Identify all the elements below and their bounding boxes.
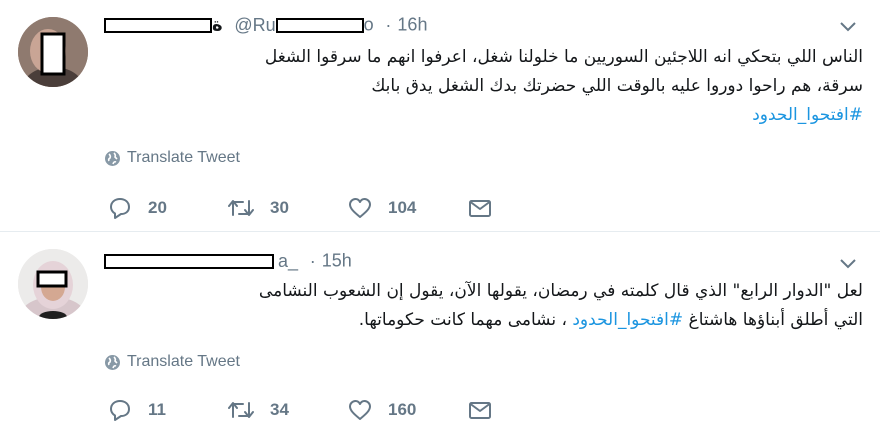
chevron-down-icon[interactable] [840,259,856,269]
user-handle[interactable]: @Ru [234,15,275,35]
direct-message-icon [469,402,491,419]
avatar[interactable] [18,17,88,87]
tweet-text: الناس اللي بتحكي انه اللاجئين السوريين م… [110,43,863,130]
reply-count: 11 [148,400,166,419]
direct-message-button[interactable] [468,194,508,222]
redacted-handle [275,17,364,33]
reply-icon [110,400,130,421]
retweet-button[interactable]: 30 [228,194,289,222]
tweet-text-segment: التي أطلق أبناؤها هاشتاغ [683,310,863,330]
retweet-icon [228,200,254,216]
like-icon [349,198,371,218]
tweet-actions: 11 34 160 [104,396,524,424]
hashtag-link[interactable]: #افتحوا_الحدود [752,105,863,125]
user-handle[interactable]: a_ [278,251,298,271]
like-icon [349,400,371,420]
avatar[interactable] [18,249,88,319]
chevron-down-icon[interactable] [840,22,856,32]
retweet-count: 30 [270,198,289,217]
redacted-name [104,253,274,269]
globe-icon [105,354,120,370]
tweet-header: ة @Ru o · 16h [104,14,427,40]
tweet-text-line: الناس اللي بتحكي انه اللاجئين السوريين م… [264,47,863,67]
reply-icon [110,198,130,219]
globe-icon [105,150,120,166]
tweet-text-segment: ، نشامى مهما كانت حكوماتها. [358,310,573,330]
like-button[interactable]: 160 [348,396,416,424]
tweet-text-line: التي أطلق أبناؤها هاشتاغ #افتحوا_الحدود … [110,306,863,335]
separator-dot: · [385,14,392,35]
like-count: 104 [388,198,417,217]
user-handle-tail: o [363,14,374,35]
like-count: 160 [388,400,417,419]
timestamp[interactable]: 15h [322,251,352,271]
retweet-button[interactable]: 34 [228,396,289,424]
tweet-text: لعل "الدوار الرابع" الذي قال كلمته في رم… [110,277,863,335]
tweet-header: a_ · 15h [104,250,352,276]
translate-tweet-link[interactable]: Translate Tweet [104,352,240,372]
reply-button[interactable]: 20 [108,194,167,222]
direct-message-button[interactable] [468,396,508,424]
reply-count: 20 [148,198,167,217]
translate-label: Translate Tweet [127,353,240,370]
retweet-count: 34 [270,400,289,419]
direct-message-icon [469,200,491,217]
retweet-icon [228,402,254,418]
tweet: a_ · 15h لعل "الدوار الرابع" الذي قال كلم… [0,233,880,438]
tweet-actions: 20 30 104 [104,194,524,222]
translate-tweet-link[interactable]: Translate Tweet [104,148,240,168]
display-name-fragment[interactable]: ة [212,15,223,36]
timestamp[interactable]: 16h [397,15,427,35]
hashtag-link[interactable]: #افتحوا_الحدود [572,310,683,330]
tweet-text-line: لعل "الدوار الرابع" الذي قال كلمته في رم… [258,281,863,301]
redacted-name [104,17,212,33]
translate-label: Translate Tweet [127,149,240,166]
reply-button[interactable]: 11 [108,396,166,424]
like-button[interactable]: 104 [348,194,416,222]
tweet-text-line: سرقة، هم راحوا دوروا عليه بالوقت اللي حض… [371,76,863,96]
tweet: ة @Ru o · 16h الناس اللي بتحكي انه اللاجئي… [0,0,880,232]
separator-dot: · [309,250,316,271]
